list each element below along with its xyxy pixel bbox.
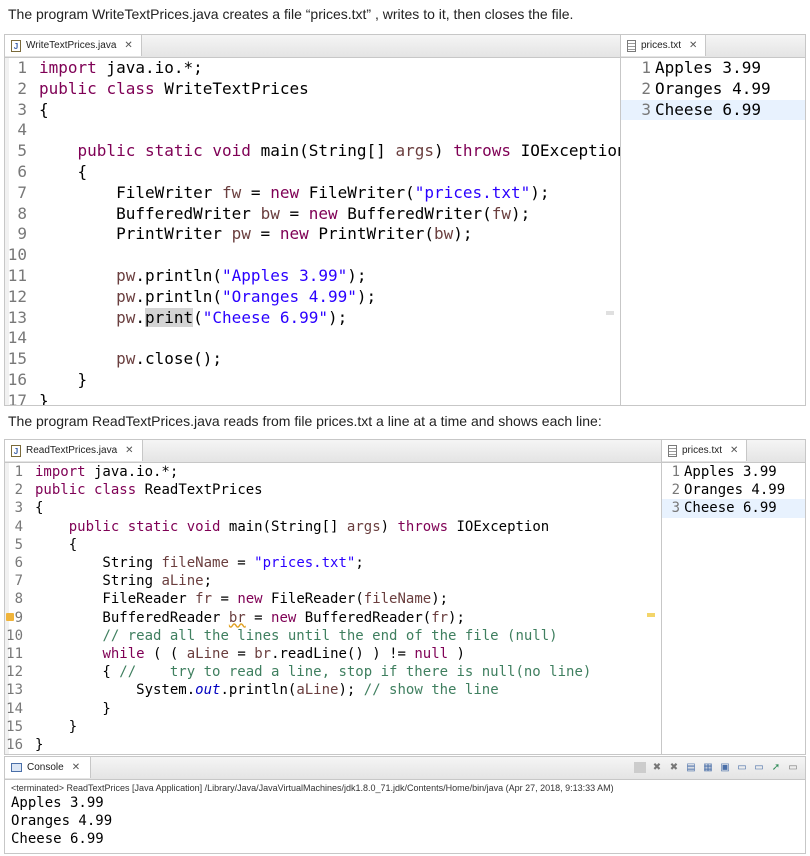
console-tabbar: Console ✕ ✖ ✖ ▤ ▦ ▣ ▭ ▭ ➚ ▭ [5,757,805,780]
tab-label: prices.txt [682,445,723,456]
java-file-icon: J [11,444,21,457]
pin-icon[interactable]: ▣ [719,762,731,773]
close-icon[interactable]: ✕ [124,40,132,51]
line-number: 9 [17,224,27,244]
line-number: 16 [6,737,23,753]
prices-line: Cheese 6.99 [655,99,761,119]
terminate-icon[interactable] [634,762,646,773]
line-number: 13 [6,682,23,699]
line-number: 4 [17,120,27,140]
line-number: 1 [17,58,27,77]
line-number: 12 [7,286,27,306]
prices-tabbar: prices.txt ✕ [662,440,805,463]
prices-line: Oranges 4.99 [655,78,771,98]
line-number: 16 [7,370,27,389]
line-number: 11 [7,266,27,285]
overview-ruler-mark[interactable] [606,311,614,315]
line-number: 2 [14,482,23,499]
prices-tabbar: prices.txt ✕ [621,35,805,58]
tab-label: ReadTextPrices.java [26,445,118,456]
overview-ruler-mark[interactable] [647,613,655,617]
tab-prices-txt[interactable]: prices.txt ✕ [662,440,748,461]
prices-line: Cheese 6.99 [684,500,777,517]
line-number: 7 [14,573,23,590]
display-console-icon[interactable]: ▭ [736,762,748,773]
code-area[interactable]: 1 import java.io.*; 2 public class ReadTex… [5,463,661,754]
read-editor-pane[interactable]: J ReadTextPrices.java ✕ 1 import java.io.… [4,439,662,755]
line-number: 8 [14,591,23,608]
prices-line: Apples 3.99 [655,58,761,77]
terminated-status: <terminated> ReadTextPrices [Java Applic… [11,783,614,793]
console-output-line: Apples 3.99 [11,795,104,811]
text-file-icon [668,444,677,457]
line-number: 14 [6,700,23,717]
line-number: 7 [17,182,27,202]
remove-launch-icon[interactable]: ✖ [651,762,663,773]
tab-label: Console [27,762,64,773]
console-menu-icon[interactable]: ▭ [787,762,799,773]
prices-line: Oranges 4.99 [684,482,786,499]
new-console-icon[interactable]: ➚ [770,762,782,773]
line-number: 13 [7,307,27,327]
prices-line: Apples 3.99 [684,464,777,480]
tab-prices-txt[interactable]: prices.txt ✕ [621,35,707,56]
close-icon[interactable]: ✕ [125,445,133,456]
line-number: 3 [14,500,23,517]
console-icon [11,763,22,772]
java-file-icon: J [11,39,21,52]
line-number: 11 [6,646,23,662]
caption-write-program: The program WriteTextPrices.java creates… [8,6,574,22]
console-output-line: Cheese 6.99 [11,831,104,847]
close-icon[interactable]: ✕ [72,762,80,773]
prices-text[interactable]: 1 Apples 3.99 2 Oranges 4.99 3 Cheese 6.99 [662,463,805,754]
warning-icon[interactable] [6,613,14,621]
line-number: 14 [7,328,27,348]
line-number: 15 [6,718,23,735]
console-output-line: Oranges 4.99 [11,813,113,829]
line-number: 10 [6,627,23,644]
editor-tabbar: J WriteTextPrices.java ✕ [5,35,620,58]
line-number: 17 [7,390,27,406]
console-toolbar: ✖ ✖ ▤ ▦ ▣ ▭ ▭ ➚ ▭ [634,762,799,773]
prices-text[interactable]: 1 Apples 3.99 2 Oranges 4.99 3 Cheese 6.99 [621,58,805,405]
tab-label: prices.txt [641,40,682,51]
line-number: 1 [14,464,23,480]
line-number: 12 [6,664,23,681]
prices-pane-top[interactable]: prices.txt ✕ 1 Apples 3.99 2 Oranges 4.99 … [620,34,806,406]
close-icon[interactable]: ✕ [689,40,697,51]
line-number: 6 [14,555,23,571]
tab-read-text-prices[interactable]: J ReadTextPrices.java ✕ [5,440,143,461]
word-wrap-icon[interactable]: ▦ [702,762,714,773]
close-icon[interactable]: ✕ [730,445,738,456]
tab-write-text-prices[interactable]: J WriteTextPrices.java ✕ [5,35,142,56]
line-number: 10 [7,245,27,265]
line-number: 15 [7,349,27,369]
editor-tabbar: J ReadTextPrices.java ✕ [5,440,661,463]
write-editor-pane[interactable]: J WriteTextPrices.java ✕ 1 import java.io… [4,34,621,406]
line-number: 3 [17,99,27,119]
remove-all-icon[interactable]: ✖ [668,762,680,773]
prices-pane-bottom[interactable]: prices.txt ✕ 1 Apples 3.99 2 Oranges 4.99 … [661,439,806,755]
line-number: 5 [14,536,23,553]
line-number: 6 [17,162,27,181]
tab-label: WriteTextPrices.java [26,40,117,51]
console-pane[interactable]: Console ✕ ✖ ✖ ▤ ▦ ▣ ▭ ▭ ➚ ▭ <terminated>… [4,756,806,854]
code-area[interactable]: 1 import java.io.*; 2 public class WriteTe… [5,58,620,405]
line-number: 2 [17,78,27,98]
scroll-lock-icon[interactable]: ▤ [685,762,697,773]
line-number: 5 [17,141,27,161]
open-console-icon[interactable]: ▭ [753,762,765,773]
line-number: 8 [17,203,27,223]
text-file-icon [627,39,636,52]
line-number: 4 [14,518,23,535]
tab-console[interactable]: Console ✕ [5,757,92,778]
caption-read-program: The program ReadTextPrices.java reads fr… [8,413,602,429]
